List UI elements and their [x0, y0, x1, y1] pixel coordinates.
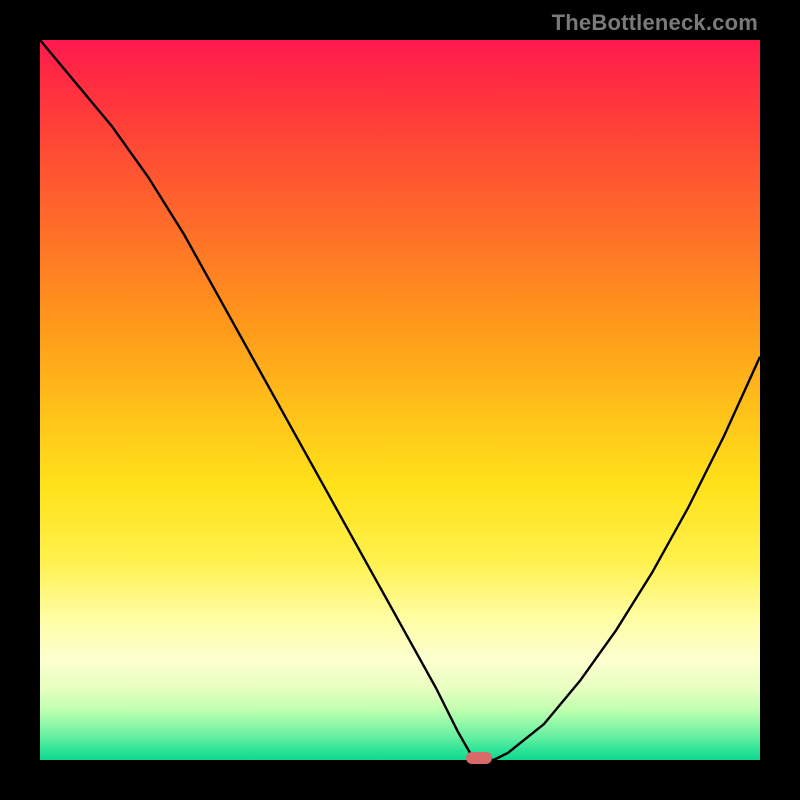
bottleneck-curve: [40, 40, 760, 760]
watermark-text: TheBottleneck.com: [552, 10, 758, 36]
chart-container: TheBottleneck.com: [0, 0, 800, 800]
valley-marker: [466, 752, 492, 764]
plot-area: [40, 40, 760, 760]
curve-path: [40, 40, 760, 760]
